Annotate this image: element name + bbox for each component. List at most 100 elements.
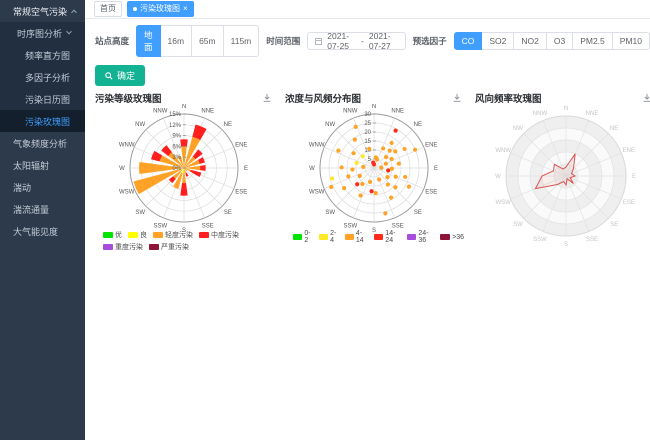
tab-label: 首页: [100, 3, 116, 14]
svg-text:SE: SE: [414, 210, 422, 216]
height-option-[interactable]: 地面: [136, 25, 161, 57]
legend-item[interactable]: 轻度污染: [153, 230, 193, 240]
sidebar-item-4[interactable]: 污染日历图: [0, 88, 85, 110]
tab-0[interactable]: 首页: [94, 1, 122, 17]
legend-swatch: [199, 232, 209, 238]
svg-text:SSE: SSE: [392, 223, 404, 229]
download-icon[interactable]: [642, 93, 650, 103]
sidebar-item-label: 污染日历图: [25, 93, 70, 106]
date-range-input[interactable]: 2021-07-25 - 2021-07-27: [307, 32, 405, 50]
svg-text:SW: SW: [135, 210, 145, 216]
panel-concentration-scatter: 浓度与风频分布图 NNNENEENEEESESESSESSSWSWWSWWWNW…: [285, 91, 464, 252]
height-option-65m[interactable]: 65m: [191, 25, 224, 57]
sidebar-item-label: 湍流通量: [13, 203, 49, 216]
height-option-16m[interactable]: 16m: [160, 25, 193, 57]
legend-item[interactable]: 24-36: [407, 230, 435, 244]
tab-1[interactable]: 污染玫瑰图×: [127, 1, 194, 17]
sidebar-menu: 常规空气污染时序图分析频率直方图多因子分析污染日历图污染玫瑰图气象频度分析太阳辐…: [0, 0, 85, 242]
panel-title: 污染等级玫瑰图: [95, 91, 162, 105]
svg-text:NNE: NNE: [586, 111, 599, 117]
sidebar-item-10[interactable]: 大气能见度: [0, 220, 85, 242]
date-end: 2021-07-27: [369, 31, 398, 51]
chevron-up-icon: [71, 10, 77, 16]
factor-option-so2[interactable]: SO2: [481, 32, 514, 50]
legend-swatch: [345, 234, 354, 240]
svg-text:E: E: [244, 166, 248, 172]
pollution-rose-legend: 优 良轻度污染中度污染重度污染 严重污染: [95, 230, 274, 252]
sidebar-item-2[interactable]: 频率直方图: [0, 44, 85, 66]
factor-option-pm10[interactable]: PM10: [612, 32, 650, 50]
legend-label: 严重污染: [161, 242, 189, 252]
factor-option-o3[interactable]: O3: [546, 32, 573, 50]
sidebar-item-label: 气象频度分析: [13, 137, 67, 150]
panel-pollution-rose: 污染等级玫瑰图 NNNENEENEEESESESSESSSWSWWSWWWNWN…: [95, 91, 274, 252]
date-start: 2021-07-25: [327, 31, 356, 51]
legend-item[interactable]: 严重污染: [149, 242, 189, 252]
svg-text:20: 20: [364, 130, 371, 136]
concentration-scatter-legend: 0-2 2-4 4-14 14-24 24-36 >36: [285, 230, 464, 244]
tab-bar: 首页污染玫瑰图×: [85, 0, 650, 19]
tab-close-icon[interactable]: ×: [183, 5, 188, 13]
chevron-down-icon: [66, 29, 72, 35]
svg-text:0%: 0%: [172, 166, 181, 172]
legend-item[interactable]: 0-2: [293, 230, 314, 244]
factor-option-pm25[interactable]: PM2.5: [572, 32, 613, 50]
download-icon[interactable]: [452, 93, 462, 103]
svg-text:WSW: WSW: [309, 190, 325, 196]
legend-item[interactable]: 2-4: [319, 230, 340, 244]
svg-text:NNW: NNW: [153, 109, 168, 115]
main-area: 首页污染玫瑰图× 站点高度 地面16m65m115m 时间范围 2021-07-…: [85, 0, 650, 440]
pollution-rose-chart: NNNENEENEEESESESSESSSWSWWSWWWNWNWNNW0%3%…: [95, 104, 274, 232]
sidebar-item-label: 大气能见度: [13, 225, 58, 238]
legend-item[interactable]: 中度污染: [199, 230, 239, 240]
confirm-button[interactable]: 确定: [95, 65, 145, 86]
svg-text:ESE: ESE: [425, 190, 437, 196]
svg-text:N: N: [564, 106, 568, 112]
factor-label: 预选因子: [413, 35, 447, 47]
legend-item[interactable]: >36: [440, 234, 464, 241]
panel-title: 风向频率玫瑰图: [475, 91, 542, 105]
legend-item[interactable]: 4-14: [345, 230, 369, 244]
factor-option-co[interactable]: CO: [454, 32, 483, 50]
svg-text:E: E: [434, 166, 438, 172]
sidebar-item-8[interactable]: 湍动: [0, 176, 85, 198]
legend-item[interactable]: 良: [128, 230, 147, 240]
legend-swatch: [128, 232, 138, 238]
svg-text:W: W: [119, 166, 125, 172]
svg-text:12%: 12%: [169, 123, 182, 129]
sidebar-item-label: 太阳辐射: [13, 159, 49, 172]
svg-text:25: 25: [364, 121, 371, 127]
legend-item[interactable]: 重度污染: [103, 242, 143, 252]
factor-option-no2[interactable]: NO2: [513, 32, 546, 50]
legend-swatch: [374, 234, 383, 240]
sidebar-item-3[interactable]: 多因子分析: [0, 66, 85, 88]
legend-item[interactable]: 优: [103, 230, 122, 240]
sidebar-item-5[interactable]: 污染玫瑰图: [0, 110, 85, 132]
sidebar-item-9[interactable]: 湍流通量: [0, 198, 85, 220]
height-option-115m[interactable]: 115m: [223, 25, 260, 57]
svg-text:ENE: ENE: [425, 142, 437, 148]
legend-label: >36: [452, 234, 464, 241]
legend-swatch: [103, 244, 113, 250]
chart-panels: 污染等级玫瑰图 NNNENEENEEESESESSESSSWSWWSWWWNWN…: [95, 91, 650, 252]
download-icon[interactable]: [262, 93, 272, 103]
legend-item[interactable]: 14-24: [374, 230, 402, 244]
factor-options: COSO2NO2O3PM2.5PM10: [454, 32, 650, 50]
svg-text:NW: NW: [325, 122, 335, 128]
wind-frequency-chart: NNNENEENEEESESESSESSSWSWWSWWWNWNWNNW: [475, 104, 650, 246]
svg-text:NE: NE: [414, 122, 422, 128]
svg-text:SE: SE: [224, 210, 232, 216]
svg-text:WSW: WSW: [119, 190, 135, 196]
legend-label: 良: [140, 230, 147, 240]
svg-text:NNW: NNW: [343, 109, 358, 115]
svg-text:6%: 6%: [172, 144, 181, 150]
sidebar-item-label: 多因子分析: [25, 71, 70, 84]
sidebar-item-1[interactable]: 时序图分析: [0, 22, 85, 44]
sidebar-item-6[interactable]: 气象频度分析: [0, 132, 85, 154]
sidebar-item-7[interactable]: 太阳辐射: [0, 154, 85, 176]
svg-text:ESE: ESE: [235, 190, 247, 196]
panel-wind-frequency: 风向频率玫瑰图 NNNENEENEEESESESSESSSWSWWSWWWNWN…: [475, 91, 650, 252]
sidebar-item-0[interactable]: 常规空气污染: [0, 0, 85, 22]
svg-text:30: 30: [364, 112, 371, 118]
legend-swatch: [293, 234, 302, 240]
